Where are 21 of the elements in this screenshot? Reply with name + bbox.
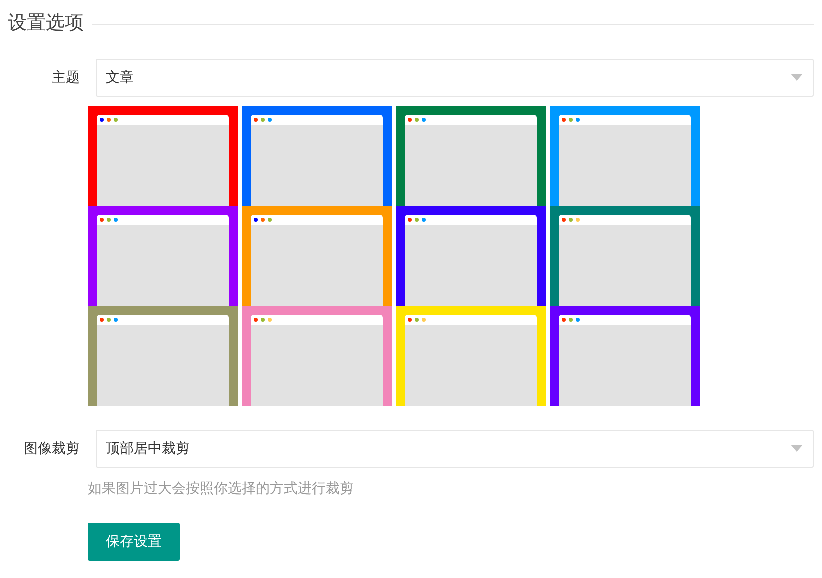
- theme-swatch[interactable]: [88, 306, 238, 406]
- theme-swatch[interactable]: [396, 306, 546, 406]
- theme-swatch[interactable]: [242, 306, 392, 406]
- theme-swatch[interactable]: [88, 106, 238, 206]
- theme-swatch[interactable]: [550, 206, 700, 306]
- dropdown-caret-icon: [791, 74, 803, 81]
- select-field[interactable]: 顶部居中裁剪: [96, 430, 814, 468]
- section-title: 设置选项: [8, 12, 84, 36]
- theme-swatch[interactable]: [396, 106, 546, 206]
- theme-swatch[interactable]: [550, 306, 700, 406]
- theme-swatch[interactable]: [88, 206, 238, 306]
- theme-swatch[interactable]: [396, 206, 546, 306]
- save-button[interactable]: 保存设置: [88, 522, 180, 560]
- theme-swatch[interactable]: [242, 206, 392, 306]
- dropdown-caret-icon: [791, 445, 803, 452]
- theme-swatch[interactable]: [242, 106, 392, 206]
- field-label: 图像裁剪: [23, 439, 81, 458]
- hint-text: 如果图片过大会按照你选择的方式进行裁剪: [88, 478, 355, 498]
- theme-swatch[interactable]: [550, 106, 700, 206]
- select-field[interactable]: 文章: [96, 58, 814, 96]
- field-label: 主题: [51, 68, 81, 87]
